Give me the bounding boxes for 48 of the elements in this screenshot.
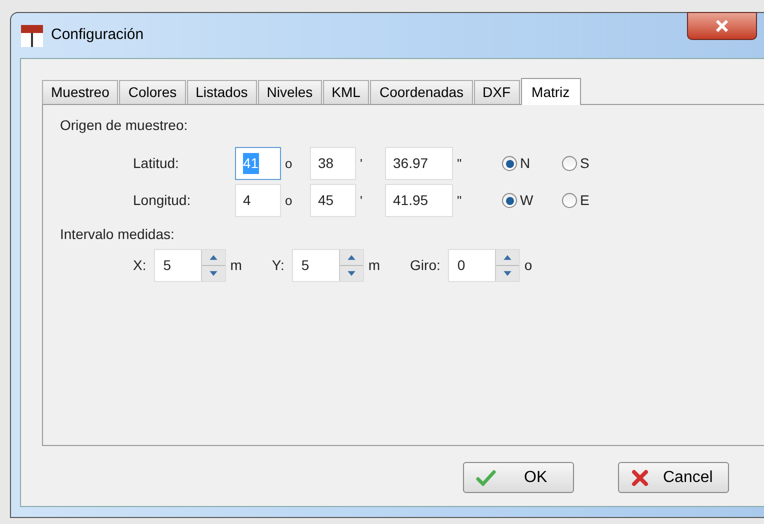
field-label: Latitud: [132,154,180,173]
spin-field[interactable]: 0 [448,249,520,282]
radio-label: N [520,154,530,173]
field-label: Y: [272,256,284,275]
input-field[interactable]: 36.97 [385,147,453,180]
input-field[interactable]: 38 [310,147,356,180]
close-icon [631,468,649,486]
tab[interactable]: Colores [119,80,186,104]
spin-field[interactable]: 5 [154,249,226,282]
tab[interactable]: Listados [186,80,257,104]
field-label: Longitud: [132,191,192,210]
input-field[interactable]: 4 [235,184,281,217]
cancel-button[interactable]: Cancel [618,462,729,493]
unit-label: m [368,256,380,275]
input-field[interactable]: 41.95 [385,184,453,217]
section-title: Origen de muestreo: [60,116,188,135]
unit-label: o [524,256,532,275]
window-title: Configuración [51,25,144,46]
tab[interactable]: Muestreo [42,80,118,104]
tab[interactable]: DXF [474,80,520,104]
checkmark-icon [476,470,496,486]
ok-button[interactable]: OK [463,462,574,493]
radio-label: S [580,154,590,173]
tab[interactable]: Coordenadas [370,80,473,104]
tab[interactable]: KML [322,80,370,104]
close-icon [715,20,729,32]
unit-label: " [457,154,463,173]
unit-label: ' [360,192,364,210]
spin-field[interactable]: 5 [292,249,364,282]
tab[interactable]: Matriz [520,78,581,105]
tab[interactable]: Niveles [258,80,322,104]
unit-label: m [230,256,242,275]
unit-label: ' [360,154,364,173]
section-title: Intervalo medidas: [60,225,174,244]
radio-label: E [580,191,590,210]
app-icon [21,24,43,46]
radio-button[interactable] [562,193,577,208]
field-label: Giro: [410,256,440,275]
field-label: X: [133,256,146,275]
radio-button[interactable] [502,193,517,208]
radio-button[interactable] [502,156,517,171]
radio-label: W [520,191,534,210]
close-button[interactable] [687,12,757,40]
unit-label: o [285,192,294,210]
unit-label: o [285,154,294,173]
input-field[interactable]: 45 [310,184,356,217]
radio-button[interactable] [562,156,577,171]
unit-label: " [457,192,463,210]
